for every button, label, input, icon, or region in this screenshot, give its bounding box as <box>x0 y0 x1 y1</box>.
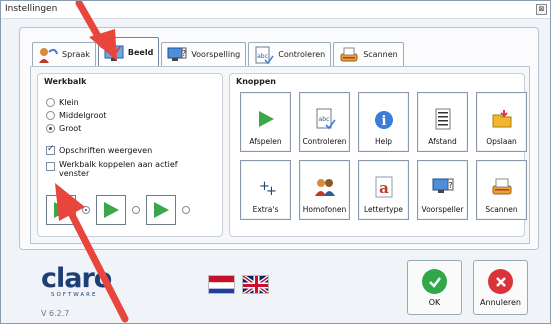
annotation-arrows <box>55 1 129 323</box>
settings-window: Instellingen ⊠ Spraak Beeld ? Voorspelli… <box>0 0 551 324</box>
arrow-to-koppelen-checkbox-icon <box>55 183 129 323</box>
arrow-to-beeld-tab-icon <box>75 1 117 61</box>
